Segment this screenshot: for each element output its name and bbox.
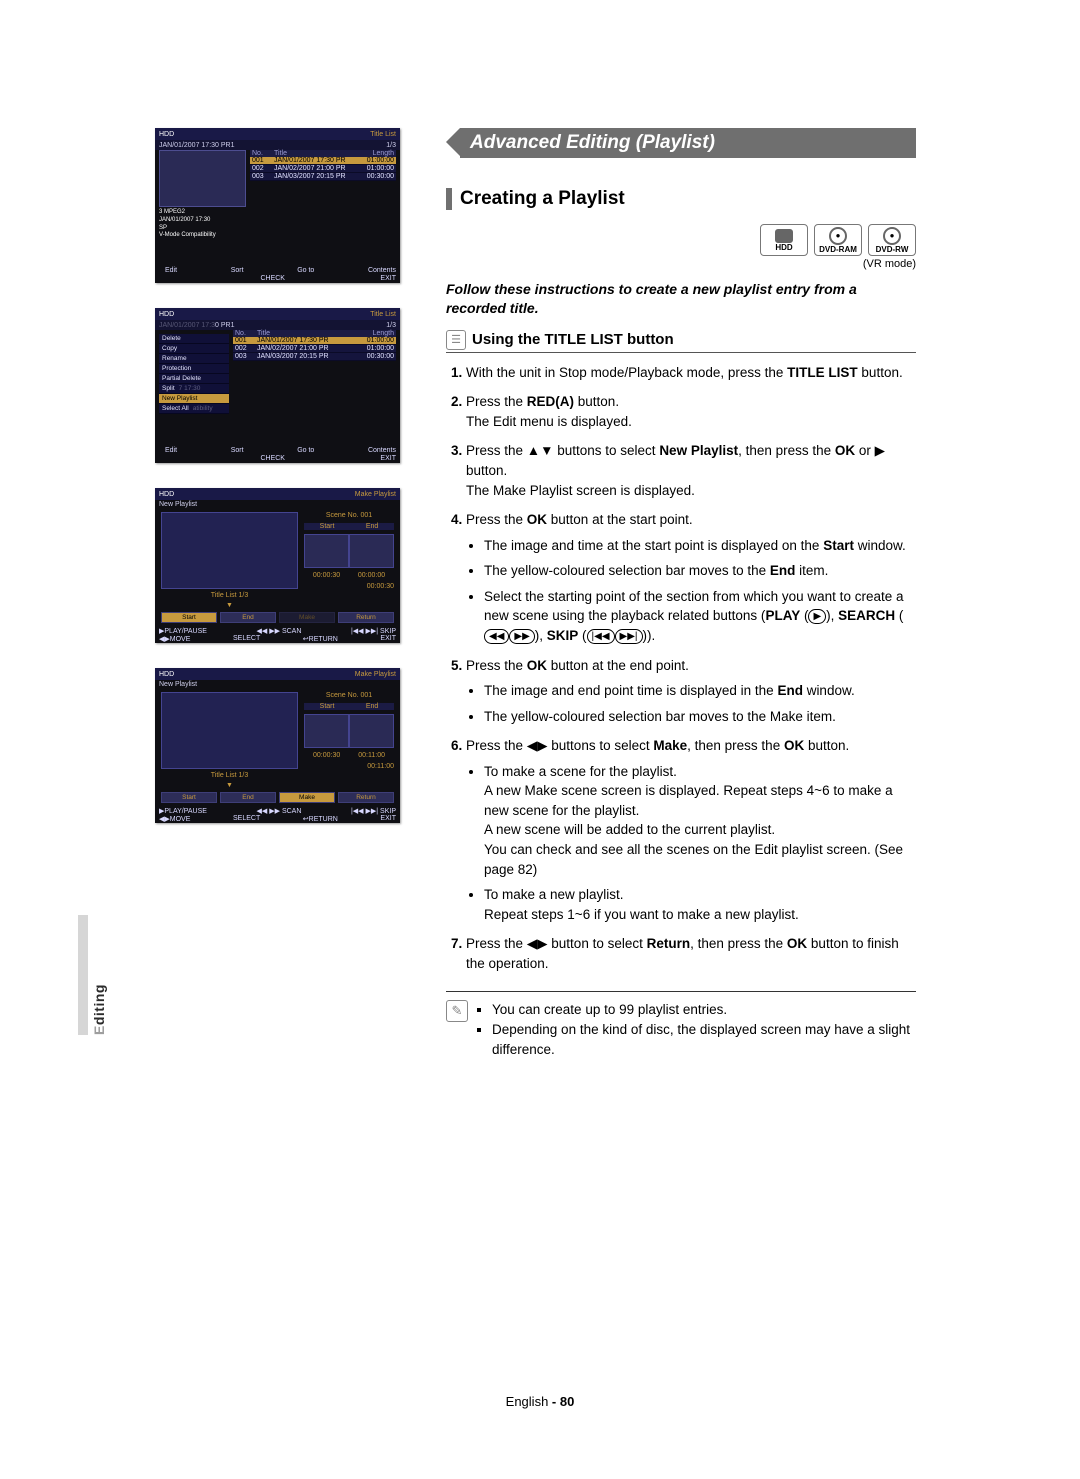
step-7: Press the ◀▶ button to select Return, th… xyxy=(466,934,916,973)
col-length: Length xyxy=(371,150,396,157)
hdd-icon: HDD xyxy=(760,224,808,256)
skip-next-icon: ▶▶| xyxy=(615,629,643,644)
edit-menu: Delete Copy Rename Protection Partial De… xyxy=(159,334,229,414)
col-title: Title xyxy=(272,150,371,157)
note-item: You can create up to 99 playlist entries… xyxy=(492,1000,916,1020)
col-no: No. xyxy=(250,150,272,157)
screenshot-make-playlist-start: HDD Make Playlist New Playlist Title Lis… xyxy=(155,488,400,643)
screenshot-column: HDD Title List JAN/01/2007 17:30 PR1 1/3… xyxy=(155,128,405,848)
new-playlist-label: New Playlist xyxy=(155,500,400,509)
preview-window xyxy=(161,512,298,589)
procedure-steps: With the unit in Stop mode/Playback mode… xyxy=(446,363,916,974)
rew-icon: ◀◀ xyxy=(484,629,509,644)
dvd-ram-icon: ●DVD-RAM xyxy=(814,224,862,256)
note-box: ✎ You can create up to 99 playlist entri… xyxy=(446,991,916,1059)
dvd-rw-icon: ●DVD-RW xyxy=(868,224,916,256)
title-row: 001 JAN/01/2007 17:30 PR 01:00:00 xyxy=(250,157,396,165)
step-4: Press the OK button at the start point. … xyxy=(466,510,916,645)
title-row: 002 JAN/02/2007 21:00 PR 01:00:00 xyxy=(250,165,396,173)
note-item: Depending on the kind of disc, the displ… xyxy=(492,1020,916,1059)
main-content: Advanced Editing (Playlist) Creating a P… xyxy=(446,128,916,1059)
procedure-heading: ☰ Using the TITLE LIST button xyxy=(446,330,916,353)
hdd-label: HDD xyxy=(159,131,174,138)
title-list-icon: ☰ xyxy=(446,330,466,350)
note-icon: ✎ xyxy=(446,1000,468,1022)
title-name: JAN/01/2007 17:30 PR1 xyxy=(159,142,235,149)
titlelist-label: Title List xyxy=(370,131,396,138)
screenshot-title-list: HDD Title List JAN/01/2007 17:30 PR1 1/3… xyxy=(155,128,400,283)
section-tab: Editing xyxy=(78,915,111,1035)
play-icon: ▶ xyxy=(808,609,826,624)
lede-text: Follow these instructions to create a ne… xyxy=(446,280,916,318)
thumbnail-preview xyxy=(159,150,246,207)
screenshot-make-playlist-make: HDD Make Playlist New Playlist Title Lis… xyxy=(155,668,400,823)
supported-discs: HDD ●DVD-RAM ●DVD-RW xyxy=(446,224,916,256)
vr-mode-label: (VR mode) xyxy=(446,258,916,270)
section-banner: Advanced Editing (Playlist) xyxy=(460,128,916,158)
count: 1/3 xyxy=(386,142,396,149)
screenshot-edit-menu: HDD Title List JAN/01/2007 17:30 PR1 1/3… xyxy=(155,308,400,463)
step-3: Press the ▲▼ buttons to select New Playl… xyxy=(466,441,916,500)
make-playlist-buttons: Start End Make Return xyxy=(161,612,394,623)
skip-prev-icon: |◀◀ xyxy=(587,629,615,644)
subheading: Creating a Playlist xyxy=(446,188,916,210)
step-2: Press the RED(A) button. The Edit menu i… xyxy=(466,392,916,431)
page-footer: English - 80 xyxy=(0,1394,1080,1409)
thumb-info: 3 MPEG2 JAN/01/2007 17:30 SP V-Mode Comp… xyxy=(159,209,246,240)
step-5: Press the OK button at the end point. Th… xyxy=(466,656,916,727)
ff-icon: ▶▶ xyxy=(509,629,534,644)
step-6: Press the ◀▶ buttons to select Make, the… xyxy=(466,736,916,924)
title-row: 003 JAN/03/2007 20:15 PR 00:30:00 xyxy=(250,173,396,181)
step-1: With the unit in Stop mode/Playback mode… xyxy=(466,363,916,383)
